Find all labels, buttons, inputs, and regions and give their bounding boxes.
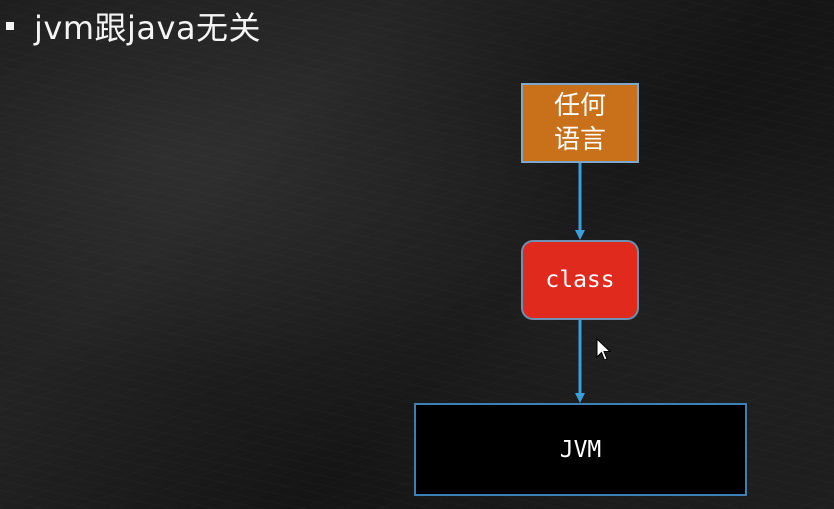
node-any-language: 任何 语言 xyxy=(521,83,639,163)
node-jvm-label: JVM xyxy=(559,436,602,463)
node-jvm: JVM xyxy=(414,403,747,496)
node-any-language-label: 任何 语言 xyxy=(553,91,606,155)
node-class: class xyxy=(521,240,639,320)
mouse-pointer-icon xyxy=(596,338,612,361)
node-class-label: class xyxy=(545,267,615,293)
